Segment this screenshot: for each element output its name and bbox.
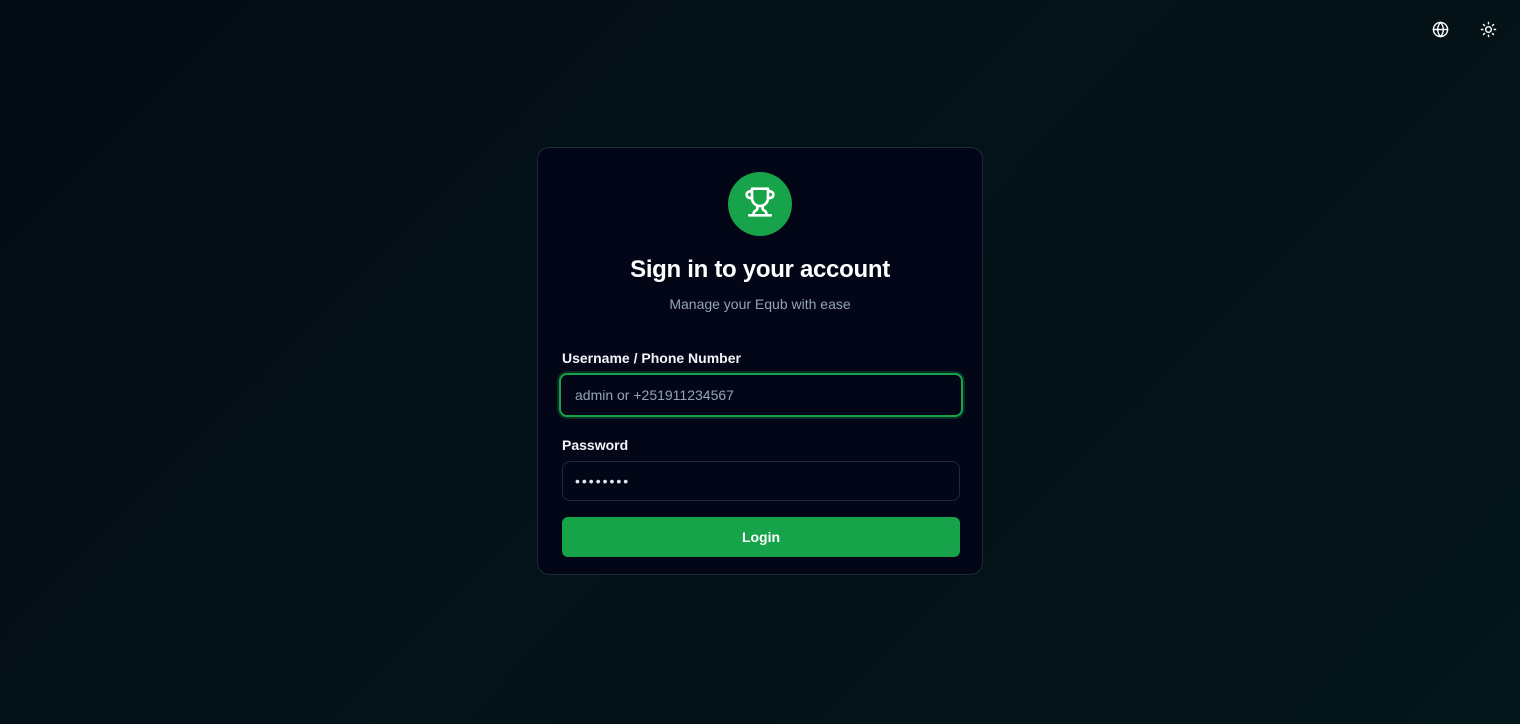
top-toolbar bbox=[1428, 20, 1500, 44]
password-input[interactable] bbox=[562, 461, 960, 501]
language-button[interactable] bbox=[1428, 20, 1452, 44]
username-label: Username / Phone Number bbox=[562, 350, 741, 366]
username-input[interactable] bbox=[559, 373, 963, 417]
password-label: Password bbox=[562, 437, 629, 453]
login-card: Sign in to your account Manage your Equb… bbox=[537, 147, 983, 575]
theme-toggle-button[interactable] bbox=[1476, 20, 1500, 44]
trophy-icon bbox=[744, 186, 776, 223]
login-button[interactable]: Login bbox=[562, 517, 960, 557]
page-title: Sign in to your account bbox=[630, 256, 890, 283]
page-subtitle: Manage your Equb with ease bbox=[669, 296, 851, 312]
logo-badge bbox=[728, 172, 792, 236]
sun-icon bbox=[1480, 21, 1497, 43]
globe-icon bbox=[1432, 21, 1449, 43]
